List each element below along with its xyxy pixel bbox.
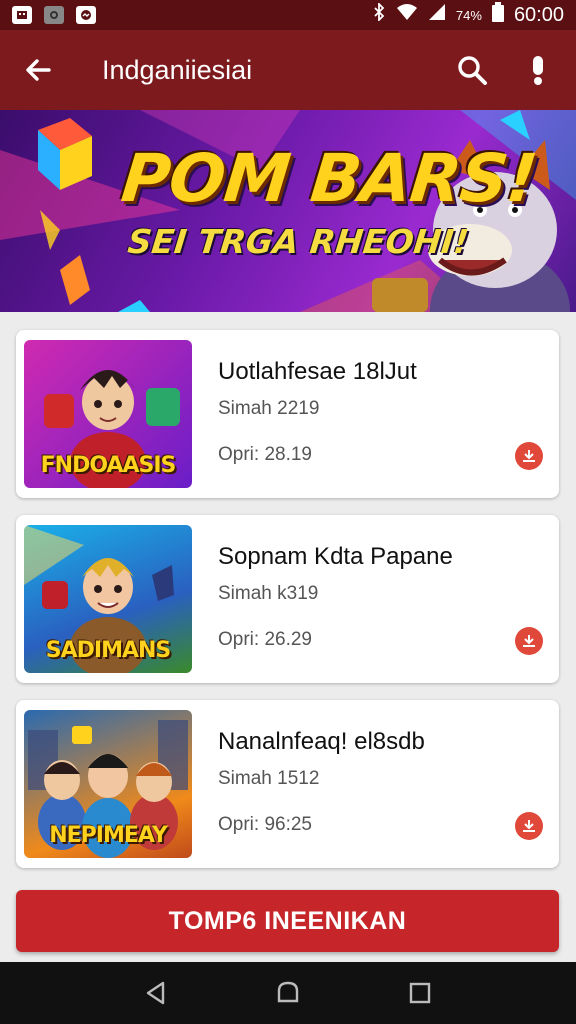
nav-home-button[interactable] [264, 969, 312, 1017]
game-title: Uotlahfesae 18lJut [218, 358, 417, 385]
search-icon [458, 56, 487, 85]
search-button[interactable] [450, 48, 494, 92]
nav-back-button[interactable] [132, 969, 180, 1017]
messenger-notification-icon [76, 6, 96, 24]
circle-home-icon [277, 981, 299, 1003]
game-subtitle: Simah k319 [218, 583, 319, 604]
game-card[interactable]: SADIMANS Sopnam Kdta Papane Simah k319 O… [16, 515, 559, 683]
bluetooth-icon [372, 1, 386, 27]
app-title: Indganiiesiai [102, 54, 253, 85]
alert-icon [533, 56, 543, 85]
notification-app-icon [12, 6, 32, 24]
game-thumbnail: NEPIMEAY [24, 710, 192, 858]
more-options-button[interactable] [516, 48, 560, 92]
game-meta: Opri: 96:25 [218, 814, 312, 835]
thumbnail-label: FNDOAASIS [40, 453, 177, 478]
system-nav-bar [0, 962, 576, 1024]
game-subtitle: Simah 1512 [218, 768, 320, 789]
banner-title: POM BARS! [117, 140, 541, 217]
wifi-icon [396, 3, 418, 27]
banner-subtitle: SEI TRGA RHEOHI! [125, 222, 471, 261]
camera-notification-icon [44, 6, 64, 24]
game-thumbnail: SADIMANS [24, 525, 192, 673]
thumbnail-label: SADIMANS [45, 638, 172, 663]
game-meta: Opri: 28.19 [218, 444, 312, 465]
download-icon [523, 820, 535, 832]
download-button[interactable] [515, 812, 543, 840]
download-icon [523, 450, 535, 462]
download-button[interactable] [515, 442, 543, 470]
back-arrow-icon [26, 59, 51, 81]
app-bar: Indganiiesiai [0, 30, 576, 110]
game-card[interactable]: FNDOAASIS Uotlahfesae 18lJut Simah 2219 … [16, 330, 559, 498]
game-card[interactable]: NEPIMEAY Nanalnfeaq! el8sdb Simah 1512 O… [16, 700, 559, 868]
battery-icon [491, 2, 504, 28]
download-button[interactable] [515, 627, 543, 655]
download-icon [523, 635, 535, 647]
nav-recents-button[interactable] [396, 969, 444, 1017]
signal-icon [428, 3, 446, 27]
game-title: Sopnam Kdta Papane [218, 543, 453, 570]
back-button[interactable] [16, 48, 60, 92]
battery-percent: 74% [455, 7, 482, 23]
promo-banner[interactable]: POM BARS! SEI TRGA RHEOHI! [0, 110, 576, 312]
game-title: Nanalnfeaq! el8sdb [218, 728, 425, 755]
game-thumbnail: FNDOAASIS [24, 340, 192, 488]
triangle-back-icon [146, 981, 165, 1005]
status-bar: 74% 60:00 [0, 0, 576, 30]
square-recents-icon [409, 982, 431, 1004]
primary-action-button[interactable]: TOMP6 INEENIKAN [16, 890, 559, 952]
game-subtitle: Simah 2219 [218, 398, 320, 419]
game-meta: Opri: 26.29 [218, 629, 312, 650]
thumbnail-label: NEPIMEAY [49, 823, 168, 848]
clock: 60:00 [513, 3, 564, 26]
